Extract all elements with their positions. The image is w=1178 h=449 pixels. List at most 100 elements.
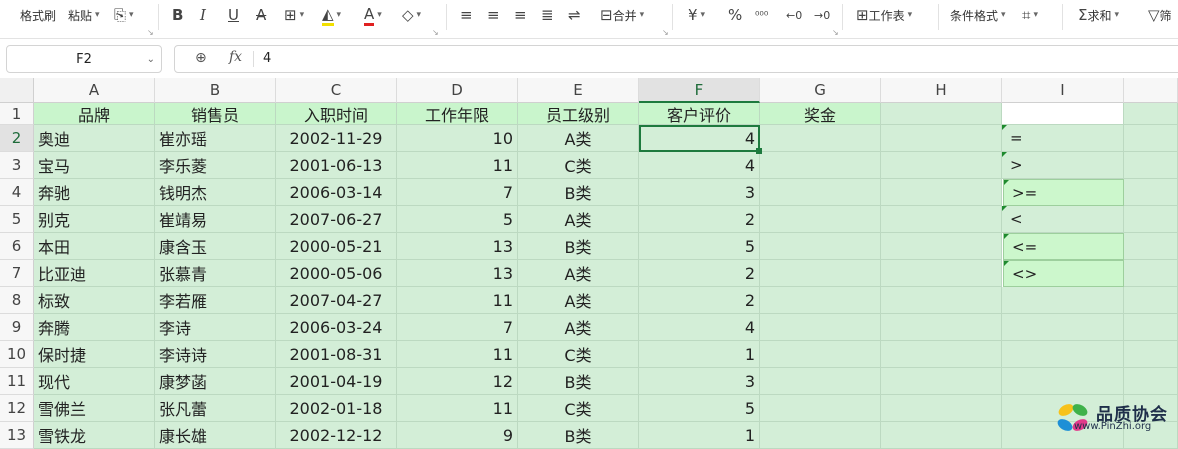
group-expand-icon[interactable]: ↘: [662, 28, 669, 37]
row-header-12[interactable]: 12: [0, 395, 34, 422]
data-cell[interactable]: 雪佛兰: [34, 395, 155, 422]
decrease-decimal-button[interactable]: →0: [814, 5, 830, 25]
select-all-corner[interactable]: [0, 78, 34, 103]
cell-style-button[interactable]: ⌗ ▾: [1022, 5, 1038, 25]
data-cell[interactable]: 10: [397, 125, 518, 152]
empty-cell[interactable]: [760, 395, 881, 422]
operator-cell[interactable]: >: [1002, 152, 1124, 179]
empty-cell[interactable]: [881, 233, 1002, 260]
currency-button[interactable]: ¥ ▾: [688, 5, 705, 25]
data-cell[interactable]: 康长雄: [155, 422, 276, 449]
header-cell[interactable]: 工作年限: [397, 103, 518, 125]
align-left-button[interactable]: ≡: [460, 5, 473, 25]
empty-cell[interactable]: [1124, 179, 1178, 206]
data-cell[interactable]: 1: [639, 422, 760, 449]
empty-cell[interactable]: [881, 152, 1002, 179]
data-cell[interactable]: 11: [397, 395, 518, 422]
empty-cell[interactable]: [881, 422, 1002, 449]
data-cell[interactable]: 2: [639, 260, 760, 287]
data-cell[interactable]: 13: [397, 233, 518, 260]
align-right-button[interactable]: ≡: [514, 5, 527, 25]
data-cell[interactable]: 5: [397, 206, 518, 233]
header-cell[interactable]: 员工级别: [518, 103, 639, 125]
font-color-button[interactable]: A ▾: [364, 5, 382, 26]
data-cell[interactable]: 2002-12-12: [276, 422, 397, 449]
column-header-i[interactable]: I: [1002, 78, 1124, 103]
row-header-13[interactable]: 13: [0, 422, 34, 449]
empty-cell[interactable]: [760, 260, 881, 287]
data-cell[interactable]: 李诗诗: [155, 341, 276, 368]
empty-cell[interactable]: [760, 341, 881, 368]
empty-cell[interactable]: [760, 125, 881, 152]
column-header-g[interactable]: G: [760, 78, 881, 103]
column-header-f[interactable]: F: [639, 78, 760, 103]
worksheet-button[interactable]: ⊞ 工作表 ▾: [856, 5, 912, 25]
data-cell[interactable]: 别克: [34, 206, 155, 233]
empty-cell[interactable]: [881, 395, 1002, 422]
data-cell[interactable]: 2007-04-27: [276, 287, 397, 314]
data-cell[interactable]: 11: [397, 287, 518, 314]
data-cell[interactable]: B类: [518, 422, 639, 449]
data-cell[interactable]: 奔驰: [34, 179, 155, 206]
bold-button[interactable]: B: [172, 5, 183, 25]
empty-cell[interactable]: [1124, 233, 1178, 260]
empty-cell[interactable]: [881, 314, 1002, 341]
empty-cell[interactable]: [760, 287, 881, 314]
data-cell[interactable]: A类: [518, 260, 639, 287]
row-header-4[interactable]: 4: [0, 179, 34, 206]
data-cell[interactable]: 崔靖易: [155, 206, 276, 233]
data-cell[interactable]: 13: [397, 260, 518, 287]
empty-cell[interactable]: [760, 179, 881, 206]
empty-cell[interactable]: [881, 206, 1002, 233]
row-header-10[interactable]: 10: [0, 341, 34, 368]
empty-cell[interactable]: [1124, 260, 1178, 287]
empty-cell[interactable]: [760, 233, 881, 260]
formula-value[interactable]: 4: [263, 51, 271, 66]
row-header-5[interactable]: 5: [0, 206, 34, 233]
data-cell[interactable]: 2000-05-21: [276, 233, 397, 260]
zoom-icon[interactable]: ⊕: [195, 50, 207, 66]
data-cell[interactable]: 保时捷: [34, 341, 155, 368]
data-cell[interactable]: 3: [639, 179, 760, 206]
empty-cell[interactable]: [1002, 287, 1124, 314]
wrap-text-button[interactable]: ⇌: [568, 5, 581, 25]
empty-cell[interactable]: [881, 179, 1002, 206]
paste-button[interactable]: 粘贴 ▾: [68, 5, 100, 25]
data-cell[interactable]: B类: [518, 233, 639, 260]
data-cell[interactable]: 标致: [34, 287, 155, 314]
row-header-1[interactable]: 1: [0, 103, 34, 125]
header-cell[interactable]: 销售员: [155, 103, 276, 125]
data-cell[interactable]: 奥迪: [34, 125, 155, 152]
data-cell[interactable]: 2: [639, 287, 760, 314]
row-header-9[interactable]: 9: [0, 314, 34, 341]
data-cell[interactable]: 崔亦瑶: [155, 125, 276, 152]
column-header-d[interactable]: D: [397, 78, 518, 103]
data-cell[interactable]: 康梦菡: [155, 368, 276, 395]
empty-cell[interactable]: [760, 368, 881, 395]
operator-cell[interactable]: <: [1002, 206, 1124, 233]
empty-cell[interactable]: [1124, 287, 1178, 314]
data-cell[interactable]: 9: [397, 422, 518, 449]
empty-cell[interactable]: [1124, 125, 1178, 152]
data-cell[interactable]: 2002-01-18: [276, 395, 397, 422]
data-cell[interactable]: 本田: [34, 233, 155, 260]
data-cell[interactable]: 李若雁: [155, 287, 276, 314]
row-header-2[interactable]: 2: [0, 125, 34, 152]
thousands-button[interactable]: ⁰⁰⁰: [755, 5, 768, 25]
header-cell[interactable]: 奖金: [760, 103, 881, 125]
empty-cell[interactable]: [1124, 368, 1178, 395]
data-cell[interactable]: 2002-11-29: [276, 125, 397, 152]
conditional-format-button[interactable]: 条件格式 ▾: [950, 5, 1006, 25]
data-cell[interactable]: 4: [639, 125, 760, 152]
empty-cell[interactable]: [1002, 341, 1124, 368]
data-cell[interactable]: 2001-08-31: [276, 341, 397, 368]
header-cell[interactable]: 品牌: [34, 103, 155, 125]
data-cell[interactable]: C类: [518, 395, 639, 422]
group-expand-icon[interactable]: ↘: [832, 28, 839, 37]
empty-cell[interactable]: [1124, 103, 1178, 125]
data-cell[interactable]: 张凡蕾: [155, 395, 276, 422]
empty-cell[interactable]: [1124, 314, 1178, 341]
data-cell[interactable]: C类: [518, 341, 639, 368]
clear-format-button[interactable]: ◇ ▾: [402, 5, 421, 25]
data-cell[interactable]: 比亚迪: [34, 260, 155, 287]
